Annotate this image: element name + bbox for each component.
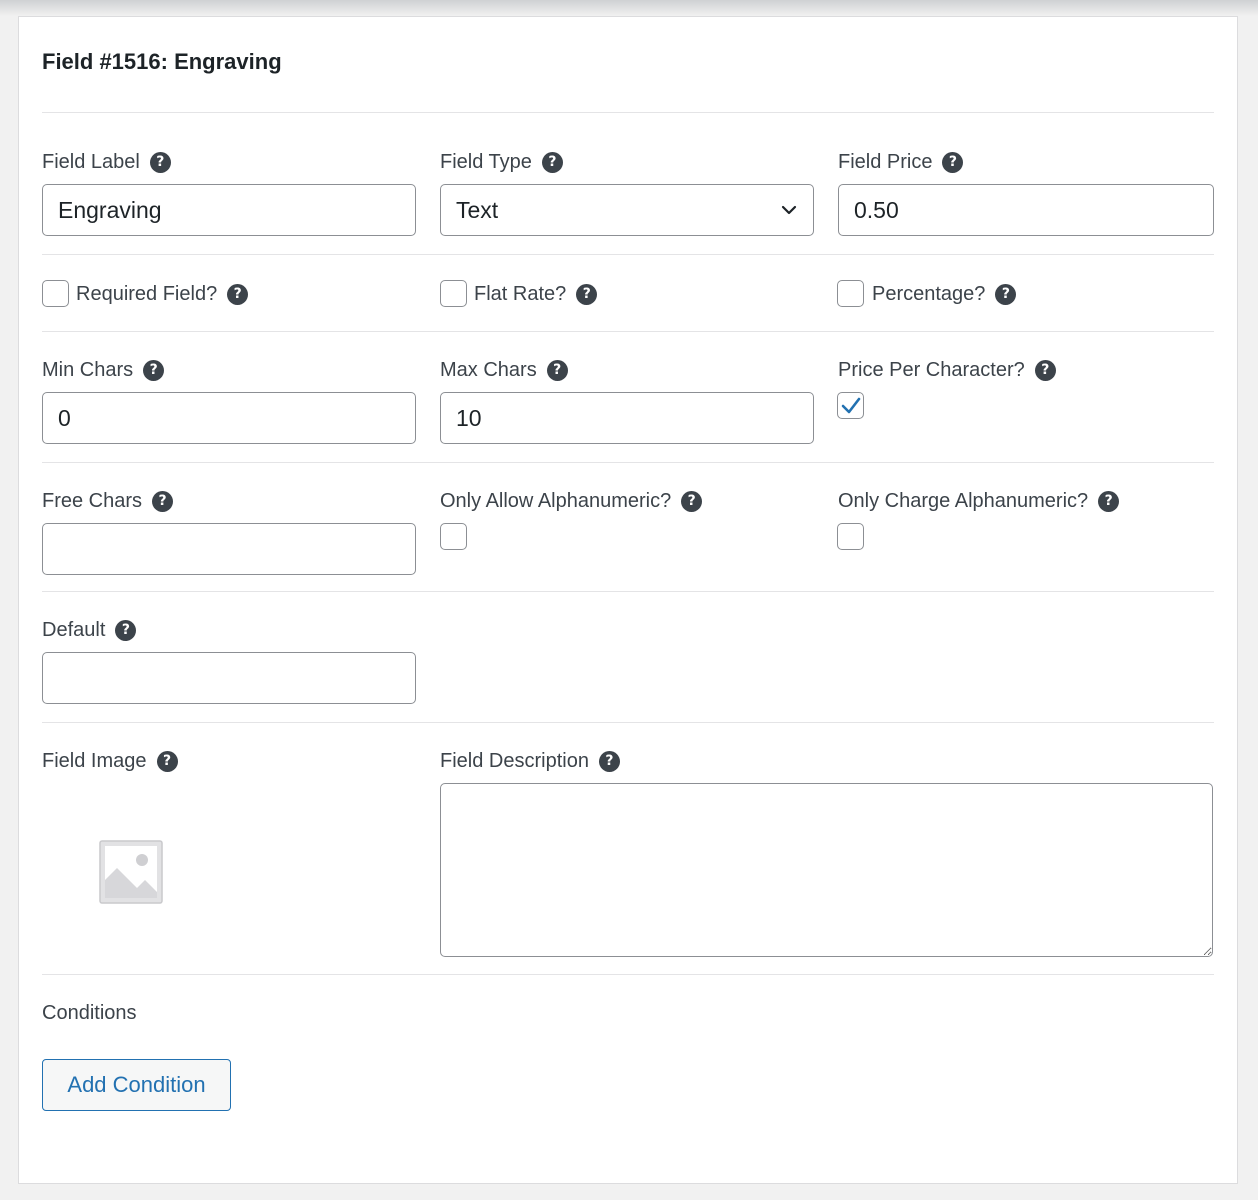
label-text: Field Price xyxy=(838,150,933,173)
default-input[interactable] xyxy=(42,652,416,704)
help-icon[interactable]: ? xyxy=(149,151,171,173)
label-text: Only Allow Alphanumeric? xyxy=(440,489,672,512)
help-icon[interactable]: ? xyxy=(541,151,563,173)
help-icon[interactable]: ? xyxy=(942,151,964,173)
divider xyxy=(42,591,1214,592)
help-icon[interactable]: ? xyxy=(115,619,137,641)
price-per-character-label: Price Per Character? ? xyxy=(838,356,1056,384)
chevron-down-icon xyxy=(781,205,797,215)
divider xyxy=(42,722,1214,723)
required-field-label: Required Field? ? xyxy=(76,280,249,308)
field-settings-panel: Field #1516: Engraving Field Label ? Eng… xyxy=(18,16,1238,1184)
max-chars-label: Max Chars ? xyxy=(440,356,568,384)
label-text: Field Image xyxy=(42,749,147,772)
flat-rate-checkbox[interactable] xyxy=(440,280,467,307)
label-text: Flat Rate? xyxy=(474,282,567,305)
required-field-checkbox[interactable] xyxy=(42,280,69,307)
field-label-label: Field Label ? xyxy=(42,148,171,176)
divider xyxy=(42,112,1214,113)
percentage-checkbox[interactable] xyxy=(837,280,864,307)
only-allow-alphanumeric-checkbox[interactable] xyxy=(440,523,467,550)
help-icon[interactable]: ? xyxy=(1034,359,1056,381)
field-price-label: Field Price ? xyxy=(838,148,964,176)
label-text: Max Chars xyxy=(440,358,537,381)
field-description-label: Field Description ? xyxy=(440,747,620,775)
divider xyxy=(42,331,1214,332)
label-text: Default xyxy=(42,618,106,641)
only-charge-alphanumeric-label: Only Charge Alphanumeric? ? xyxy=(838,487,1120,515)
only-allow-alphanumeric-label: Only Allow Alphanumeric? ? xyxy=(440,487,703,515)
help-icon[interactable]: ? xyxy=(576,283,598,305)
help-icon[interactable]: ? xyxy=(995,283,1017,305)
label-text: Free Chars xyxy=(42,489,143,512)
flat-rate-label: Flat Rate? ? xyxy=(474,280,598,308)
only-charge-alphanumeric-checkbox[interactable] xyxy=(837,523,864,550)
add-condition-button[interactable]: Add Condition xyxy=(42,1059,231,1111)
field-type-value: Text xyxy=(456,196,499,223)
divider xyxy=(42,462,1214,463)
field-price-input[interactable]: 0.50 xyxy=(838,184,1214,236)
label-text: Percentage? xyxy=(872,282,986,305)
label-text: Field Description xyxy=(440,749,589,772)
help-icon[interactable]: ? xyxy=(152,490,174,512)
field-image-label: Field Image ? xyxy=(42,747,178,775)
image-placeholder-icon[interactable] xyxy=(99,840,163,904)
top-shadow xyxy=(0,0,1258,16)
conditions-label: Conditions xyxy=(42,1001,137,1024)
help-icon[interactable]: ? xyxy=(227,283,249,305)
help-icon[interactable]: ? xyxy=(143,359,165,381)
min-chars-label: Min Chars ? xyxy=(42,356,165,384)
label-text: Price Per Character? xyxy=(838,358,1025,381)
label-text: Required Field? xyxy=(76,282,218,305)
checkmark-icon xyxy=(841,397,861,414)
min-chars-input[interactable]: 0 xyxy=(42,392,416,444)
field-type-label: Field Type ? xyxy=(440,148,563,176)
help-icon[interactable]: ? xyxy=(598,750,620,772)
label-text: Field Type xyxy=(440,150,532,173)
help-icon[interactable]: ? xyxy=(681,490,703,512)
free-chars-input[interactable] xyxy=(42,523,416,575)
label-text: Min Chars xyxy=(42,358,134,381)
max-chars-input[interactable]: 10 xyxy=(440,392,814,444)
default-label: Default ? xyxy=(42,616,137,644)
divider xyxy=(42,974,1214,975)
help-icon[interactable]: ? xyxy=(156,750,178,772)
label-text: Field Label xyxy=(42,150,140,173)
field-description-textarea[interactable] xyxy=(440,783,1213,957)
divider xyxy=(42,254,1214,255)
free-chars-label: Free Chars ? xyxy=(42,487,174,515)
field-label-input[interactable]: Engraving xyxy=(42,184,416,236)
field-title: Field #1516: Engraving xyxy=(42,49,282,74)
field-type-select[interactable]: Text xyxy=(440,184,814,236)
help-icon[interactable]: ? xyxy=(546,359,568,381)
help-icon[interactable]: ? xyxy=(1098,490,1120,512)
price-per-character-checkbox[interactable] xyxy=(837,392,864,419)
percentage-label: Percentage? ? xyxy=(872,280,1017,308)
label-text: Only Charge Alphanumeric? xyxy=(838,489,1089,512)
